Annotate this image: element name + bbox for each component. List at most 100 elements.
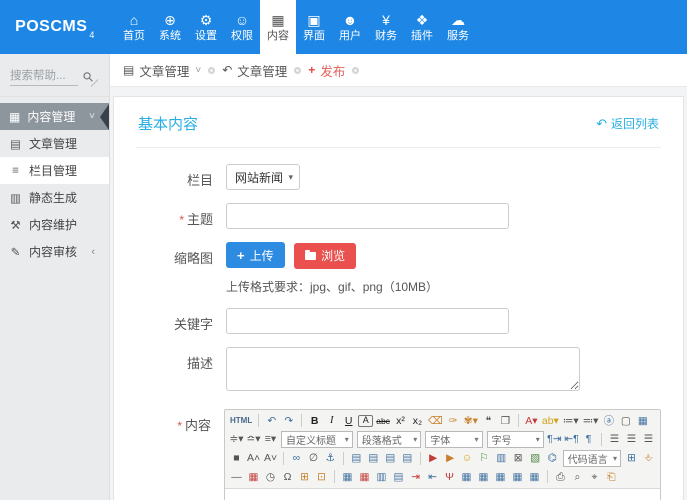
image-editor-icon[interactable]: ⊡ — [314, 469, 329, 485]
fullscreen-icon[interactable]: ▦ — [635, 413, 650, 429]
ordered-list-icon[interactable]: ≔▾ — [562, 413, 580, 429]
link-icon[interactable]: ∞ — [289, 450, 304, 466]
blockquote-icon[interactable]: ❝ — [481, 413, 496, 429]
bold-icon[interactable]: B — [307, 413, 322, 429]
superscript-icon[interactable]: x² — [393, 413, 408, 429]
col-props-icon[interactable]: ▦ — [476, 469, 491, 485]
image-align-left-icon[interactable]: ▤ — [349, 450, 364, 466]
browse-button[interactable]: 浏览 — [294, 243, 356, 269]
font-family-select[interactable]: 字体▾ — [425, 431, 482, 448]
emoticons-icon[interactable]: ☺ — [460, 450, 475, 466]
image-align-right-icon[interactable]: ▤ — [383, 450, 398, 466]
nav-item-users[interactable]: ☻用户 — [332, 0, 368, 54]
horizontal-rule-icon[interactable]: — — [229, 469, 244, 485]
direction-rtl-icon[interactable]: ⇤¶ — [564, 431, 579, 447]
strikethrough-icon[interactable]: abc — [375, 413, 391, 429]
direction-ltr-icon[interactable]: ¶⇥ — [547, 431, 562, 447]
nav-item-plugins[interactable]: ❖插件 — [404, 0, 440, 54]
nav-item-system[interactable]: ⊕系统 — [152, 0, 188, 54]
delete-row-icon[interactable]: ▦ — [510, 469, 525, 485]
sidebar-item-content-maintain[interactable]: ⚒内容维护 — [0, 211, 109, 238]
line-height-icon[interactable]: ≏▾ — [246, 431, 261, 447]
nav-item-home[interactable]: ⌂首页 — [116, 0, 152, 54]
flash-icon[interactable]: ▶ — [426, 450, 441, 466]
align-left-icon[interactable]: ☰ — [607, 431, 622, 447]
table-header-icon[interactable]: ▥ — [374, 469, 389, 485]
new-page-icon[interactable]: ▢ — [618, 413, 633, 429]
print-icon[interactable]: ⎙ — [553, 469, 568, 485]
breadcrumb-dot[interactable] — [208, 67, 215, 74]
search-icon[interactable]: ⚲ — [79, 68, 98, 87]
breadcrumb-back-tab[interactable]: ↶ 文章管理 — [222, 61, 287, 80]
image-align-center-icon[interactable]: ▤ — [366, 450, 381, 466]
justify-full-icon[interactable]: ■ — [229, 450, 244, 466]
sidebar-item-category-manage[interactable]: ≡栏目管理 — [0, 157, 109, 184]
delete-table-icon[interactable]: Ψ — [442, 469, 457, 485]
code-language-select[interactable]: 代码语言▾ — [563, 450, 621, 467]
insert-time-icon[interactable]: ◷ — [263, 469, 278, 485]
align-right-icon[interactable]: ☰ — [641, 431, 656, 447]
split-cells-icon[interactable]: ▦ — [493, 469, 508, 485]
sidebar-item-content-review[interactable]: ✎内容审核‹ — [0, 238, 109, 265]
template-icon[interactable]: ⊞ — [624, 450, 639, 466]
sidebar-search-input[interactable] — [10, 67, 78, 86]
delete-col-icon[interactable]: ▦ — [527, 469, 542, 485]
find-replace-icon[interactable]: ⌖ — [587, 469, 602, 485]
merge-cells-icon[interactable]: ▤ — [391, 469, 406, 485]
insert-row-icon[interactable]: ⇥ — [408, 469, 423, 485]
underline-icon[interactable]: U — [341, 413, 356, 429]
media-icon[interactable]: ▶ — [443, 450, 458, 466]
sidebar-section-content-manage[interactable]: ▦ 内容管理 ˅ — [0, 103, 109, 130]
preview-icon[interactable]: ⌕ — [570, 469, 585, 485]
insert-col-icon[interactable]: ⇤ — [425, 469, 440, 485]
logo[interactable]: POSCMS4 — [0, 0, 110, 54]
table-cell-props-icon[interactable]: ▦ — [357, 469, 372, 485]
paste-icon[interactable]: ⎗ — [604, 469, 619, 485]
font-color-icon[interactable]: A▾ — [524, 413, 539, 429]
keywords-input[interactable] — [226, 308, 509, 334]
breadcrumb-publish-tab[interactable]: + 发布 — [308, 61, 345, 80]
map-icon[interactable]: ⚐ — [477, 450, 492, 466]
nav-item-services[interactable]: ☁服务 — [440, 0, 476, 54]
to-lowercase-icon[interactable]: A˅ — [263, 450, 278, 466]
custom-title-select[interactable]: 自定义标题▾ — [281, 431, 353, 448]
sidebar-item-article-manage[interactable]: ▤文章管理 — [0, 130, 109, 157]
nav-item-settings[interactable]: ⚙设置 — [188, 0, 224, 54]
paragraph-mark-icon[interactable]: ¶ — [581, 431, 596, 447]
table-icon[interactable]: ▦ — [340, 469, 355, 485]
unlink-icon[interactable]: ∅ — [306, 450, 321, 466]
category-select[interactable]: 网站新闻 ▾ — [226, 164, 300, 190]
nav-item-finance[interactable]: ¥财务 — [368, 0, 404, 54]
breadcrumb-root[interactable]: ▤ 文章管理 ˅ — [123, 61, 201, 80]
special-char-icon[interactable]: Ω — [280, 469, 295, 485]
highlight-color-icon[interactable]: ab▾ — [541, 413, 560, 429]
attachment-icon[interactable]: ⊠ — [511, 450, 526, 466]
anchor-a-icon[interactable]: ⓐ — [601, 413, 616, 429]
align-center-icon[interactable]: ☰ — [624, 431, 639, 447]
editor-content-area[interactable] — [225, 489, 660, 500]
subject-input[interactable] — [226, 203, 509, 229]
paragraph-format-select[interactable]: 段落格式▾ — [357, 431, 422, 448]
image-block-icon[interactable]: ▤ — [400, 450, 415, 466]
source-code-icon[interactable]: HTML — [229, 413, 253, 429]
redo-icon[interactable]: ↷ — [281, 413, 296, 429]
sidebar-item-static-generate[interactable]: ▥静态生成 — [0, 184, 109, 211]
row-props-icon[interactable]: ▦ — [459, 469, 474, 485]
list-style-icon[interactable]: ≡▾ — [263, 431, 278, 447]
insert-date-icon[interactable]: ▦ — [246, 469, 261, 485]
font-border-icon[interactable]: A — [358, 415, 373, 427]
subscript-icon[interactable]: x₂ — [410, 413, 425, 429]
insert-html-block-icon[interactable]: ▥ — [494, 450, 509, 466]
multi-image-icon[interactable]: ⊞ — [297, 469, 312, 485]
text-indent-icon[interactable]: ≑▾ — [229, 431, 244, 447]
paint-format-icon[interactable]: ✾▾ — [463, 413, 479, 429]
image-icon[interactable]: ▧ — [528, 450, 543, 466]
back-to-list-link[interactable]: ↶ 返回列表 — [596, 115, 659, 132]
nav-item-content[interactable]: ▦内容 — [260, 0, 296, 54]
nav-item-permissions[interactable]: ☺权限 — [224, 0, 260, 54]
font-size-select[interactable]: 字号▾ — [487, 431, 544, 448]
unordered-list-icon[interactable]: ≕▾ — [582, 413, 600, 429]
anchor-icon[interactable]: ⚓ — [323, 450, 338, 466]
format-brush-icon[interactable]: ✑ — [446, 413, 461, 429]
undo-icon[interactable]: ↶ — [264, 413, 279, 429]
